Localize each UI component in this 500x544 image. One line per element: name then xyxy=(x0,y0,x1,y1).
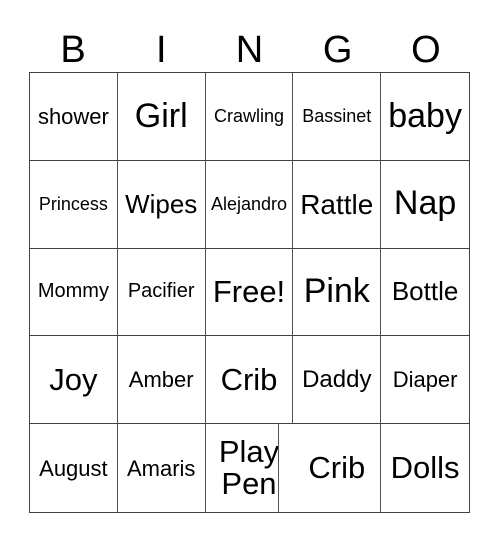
bingo-cell[interactable]: Bottle xyxy=(381,249,469,337)
bingo-cell[interactable]: August xyxy=(30,424,118,512)
header-letter-n: N xyxy=(235,29,264,71)
bingo-cell[interactable]: baby xyxy=(381,73,469,161)
free-space-cell[interactable]: Free! xyxy=(205,248,294,337)
bingo-cell[interactable]: Mommy xyxy=(30,248,118,337)
bingo-header: B I N G O xyxy=(29,28,470,72)
bingo-grid: shower Girl Crawling Bassinet baby Princ… xyxy=(29,72,470,513)
header-letter-b: B xyxy=(60,29,86,71)
header-letter-g: G xyxy=(322,29,353,71)
bingo-cell[interactable]: Pink xyxy=(293,248,382,337)
bingo-cell[interactable]: Crib xyxy=(293,424,382,512)
bingo-cell[interactable]: Nap xyxy=(381,161,469,249)
bingo-cell[interactable]: Joy xyxy=(30,336,118,425)
bingo-cell[interactable]: Rattle xyxy=(293,160,382,249)
bingo-cell[interactable]: Diaper xyxy=(381,336,469,425)
bingo-cell[interactable]: Girl xyxy=(117,73,206,161)
bingo-cell[interactable]: Dolls xyxy=(381,424,469,512)
bingo-cell[interactable]: Play Pen xyxy=(219,424,280,512)
bingo-cell[interactable]: Crawling xyxy=(205,73,294,161)
header-letter-o: O xyxy=(411,29,441,71)
bingo-cell[interactable]: Amber xyxy=(117,336,206,425)
bingo-cell[interactable]: shower xyxy=(30,73,118,161)
bingo-cell[interactable]: Crib xyxy=(205,336,294,425)
bingo-cell[interactable]: Amaris xyxy=(118,424,206,512)
bingo-cell[interactable]: Princess xyxy=(30,160,118,249)
bingo-cell[interactable]: Pacifier xyxy=(117,248,206,337)
bingo-cell[interactable]: Daddy xyxy=(293,336,382,425)
bingo-cell[interactable]: Alejandro xyxy=(205,160,294,249)
header-letter-i: I xyxy=(156,29,167,71)
bingo-cell[interactable]: Bassinet xyxy=(293,73,382,161)
bingo-cell[interactable]: Wipes xyxy=(117,160,206,249)
